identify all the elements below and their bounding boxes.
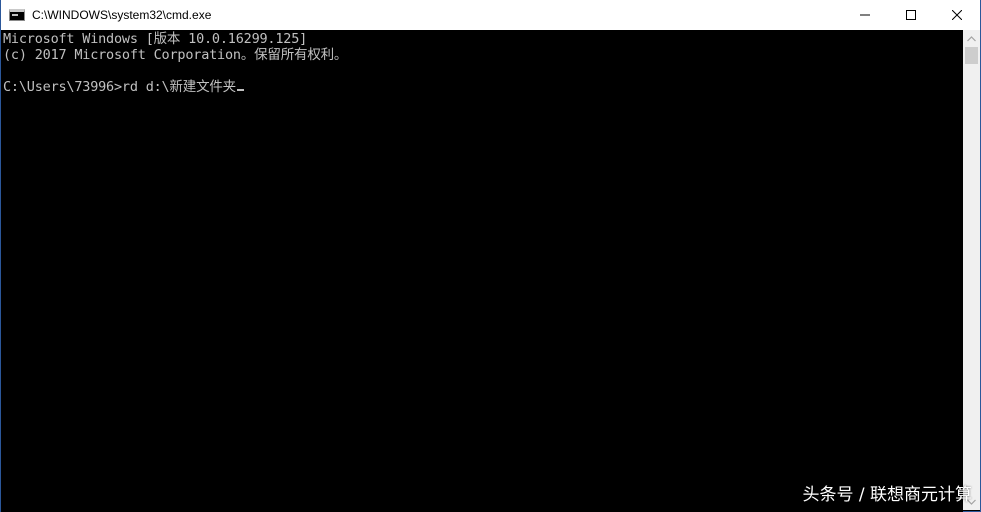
console-line-copyright: (c) 2017 Microsoft Corporation。保留所有权利。 — [3, 47, 348, 63]
console-output[interactable]: Microsoft Windows [版本 10.0.16299.125] (c… — [1, 30, 963, 512]
minimize-button[interactable] — [842, 0, 888, 30]
console-line-version: Microsoft Windows [版本 10.0.16299.125] — [3, 31, 308, 47]
scrollbar-thumb[interactable] — [965, 47, 978, 64]
scroll-up-button[interactable] — [963, 30, 980, 47]
console-app-icon[interactable] — [9, 9, 25, 21]
console-command-text: C:\Users\73996>rd d:\新建文件夹 — [3, 79, 236, 95]
cmd-window: C:\WINDOWS\system32\cmd.exe Microsoft Wi… — [0, 0, 981, 512]
maximize-button[interactable] — [888, 0, 934, 30]
close-icon — [952, 10, 962, 20]
vertical-scrollbar[interactable] — [963, 30, 980, 510]
text-cursor — [236, 89, 244, 91]
close-button[interactable] — [934, 0, 980, 30]
console-prompt-line[interactable]: C:\Users\73996>rd d:\新建文件夹 — [3, 79, 244, 95]
chevron-up-icon — [967, 35, 976, 41]
maximize-icon — [906, 10, 916, 20]
minimize-icon — [860, 14, 870, 16]
window-title: C:\WINDOWS\system32\cmd.exe — [32, 8, 212, 22]
title-bar[interactable]: C:\WINDOWS\system32\cmd.exe — [1, 0, 980, 30]
watermark: 头条号 / 联想商元计算 — [802, 485, 972, 505]
caption-buttons — [842, 0, 980, 30]
